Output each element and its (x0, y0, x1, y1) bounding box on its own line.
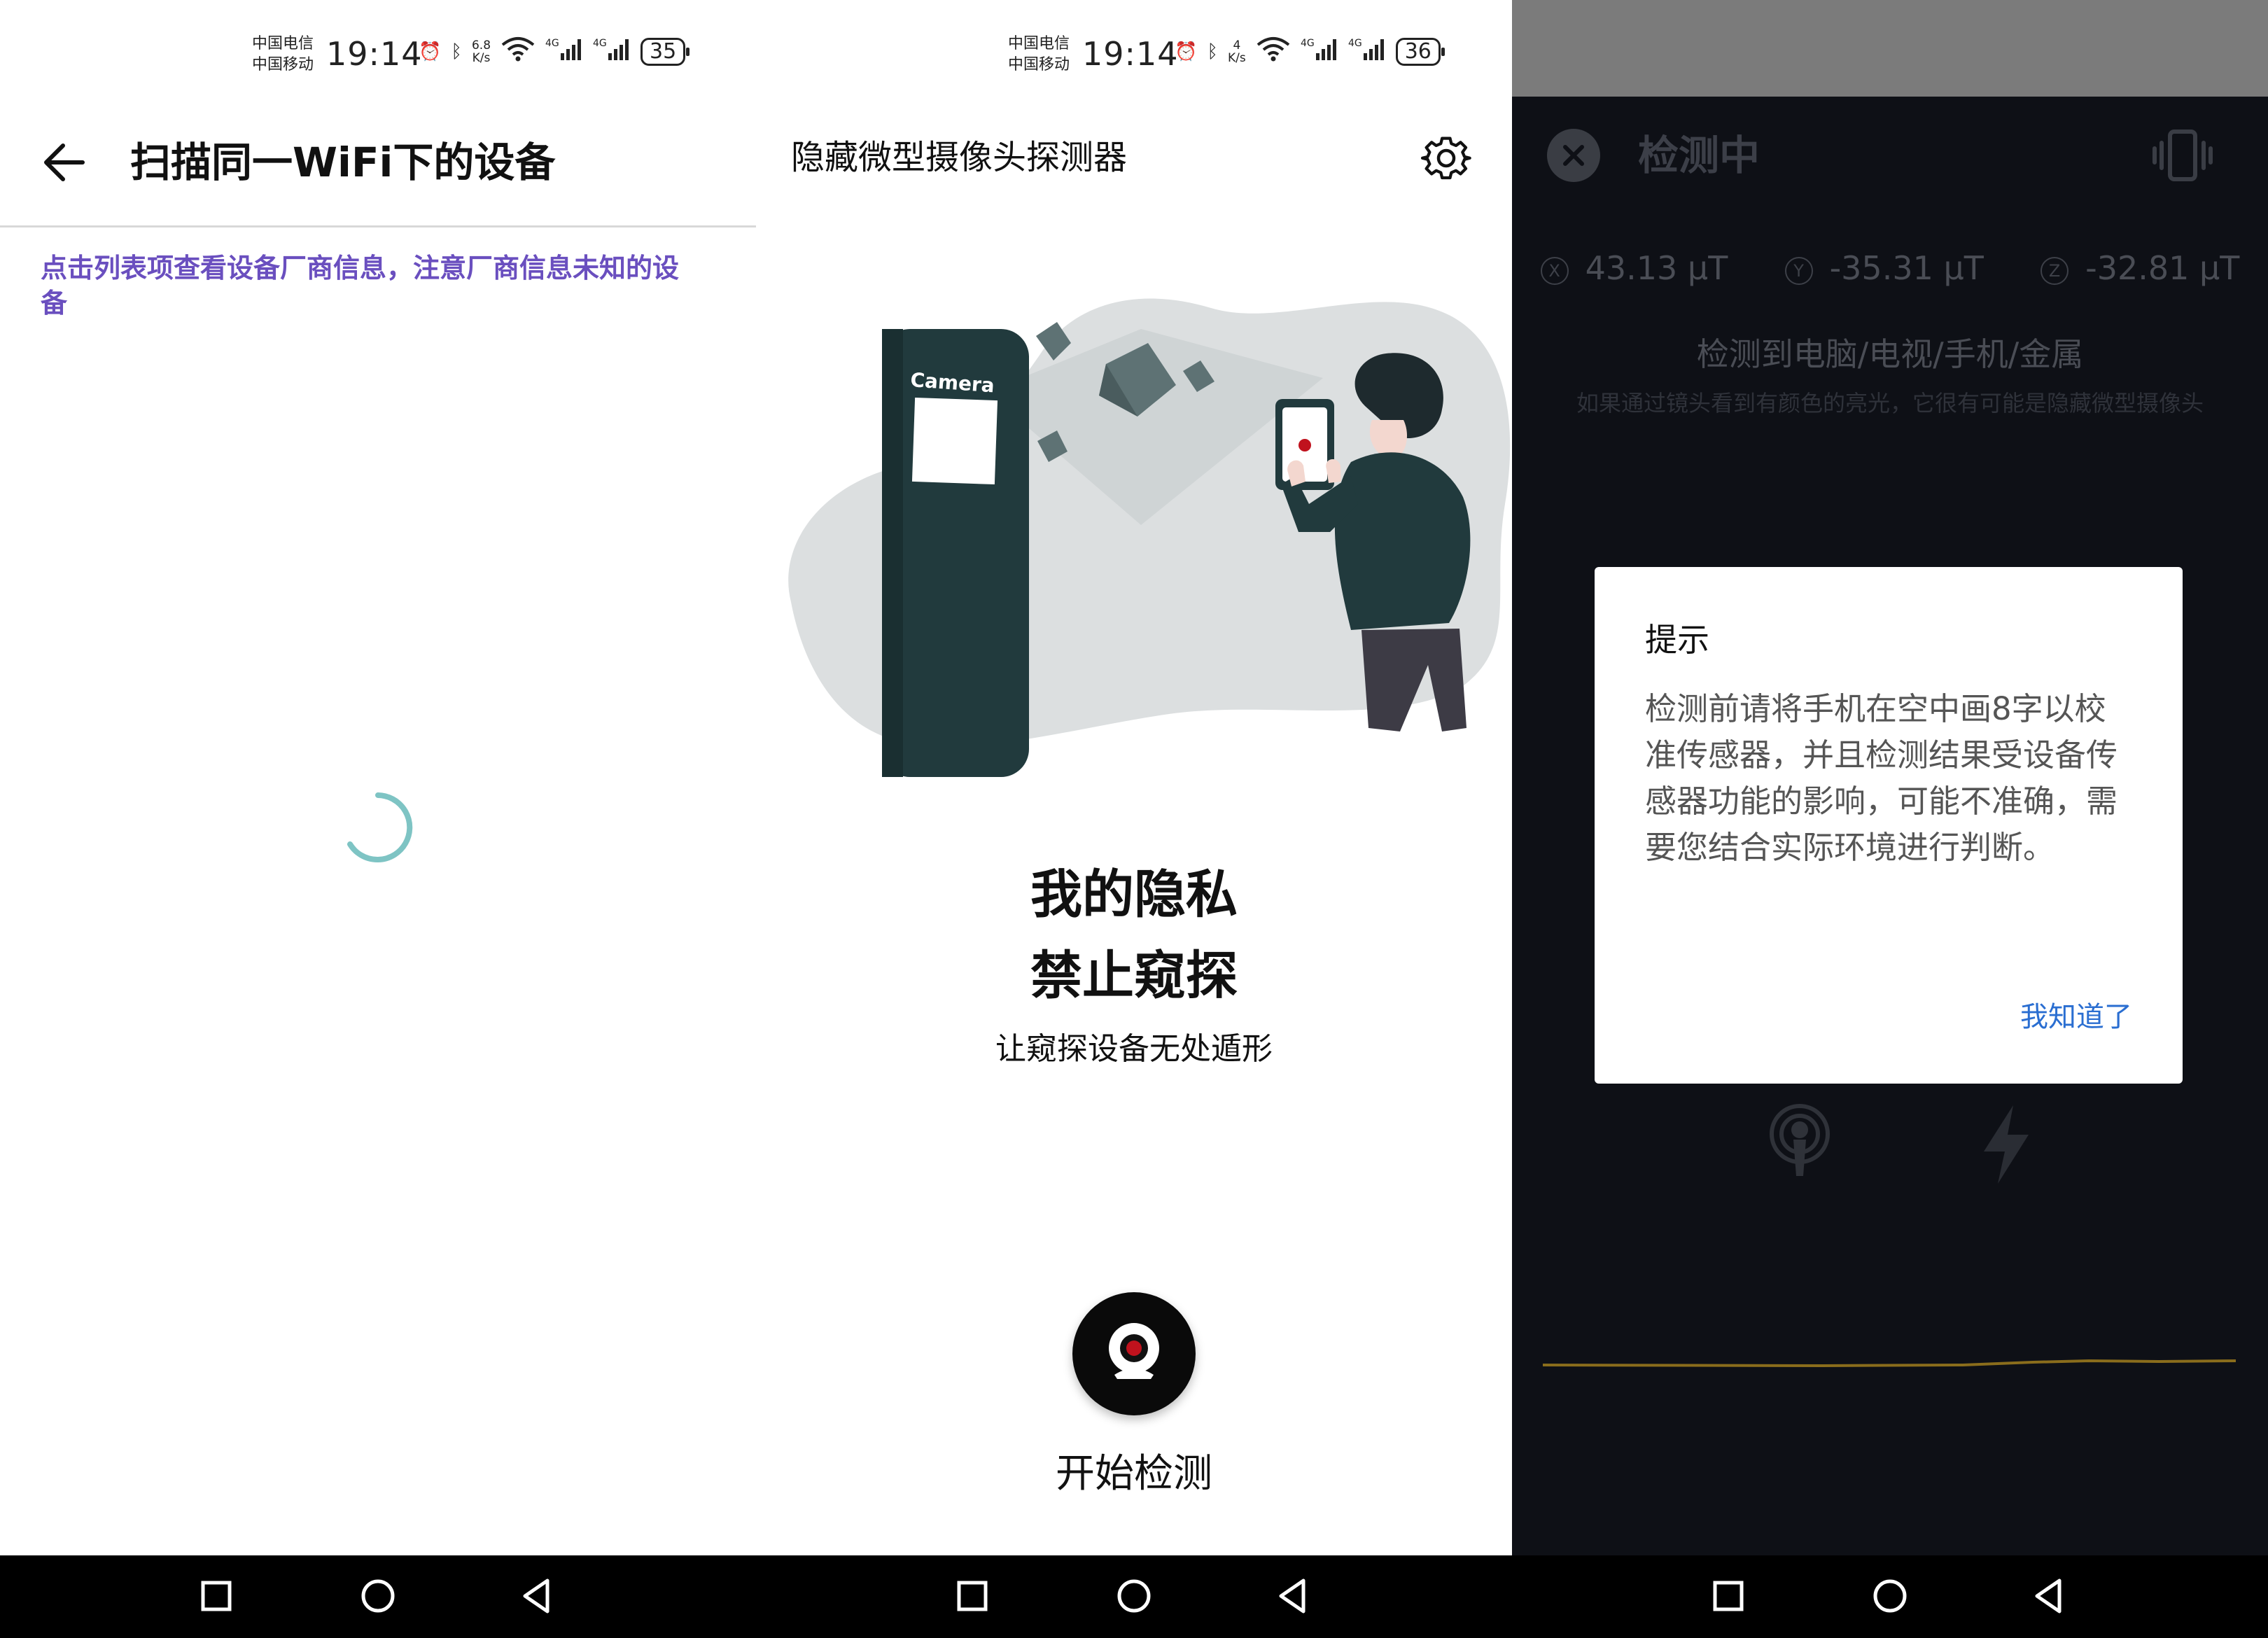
vibrate-icon[interactable] (2149, 126, 2216, 185)
detecting-screen: 检测中 X 43.13 µT Y -35.31 µT Z -32.81 µT 检测到电… (1512, 0, 2268, 1555)
wifi-icon (1256, 36, 1291, 66)
signal-4g-icon: 4G (545, 36, 583, 66)
signal-4g-icon-2: 4G (1348, 36, 1386, 66)
close-button[interactable] (1547, 129, 1600, 182)
reading-z: Z -32.81 µT (2040, 249, 2239, 287)
home-circle-icon[interactable] (358, 1576, 398, 1616)
reading-z-value: -32.81 µT (2085, 249, 2240, 287)
back-triangle-icon[interactable] (2031, 1576, 2066, 1616)
bluetooth-icon: ᛒ (451, 41, 462, 62)
reading-x: X 43.13 µT (1540, 249, 1728, 287)
start-detection-label[interactable]: 开始检测 (756, 1442, 1512, 1499)
alarm-icon: ⏰ (1175, 41, 1198, 62)
battery-indicator: 35 (640, 37, 690, 66)
dialog-body: 检测前请将手机在空中画8字以校准传感器，并且检测结果受设备传感器功能的影响，可能… (1645, 690, 2118, 866)
loading-spinner-icon (347, 792, 413, 862)
navigation-bar (1512, 1555, 2268, 1638)
status-icons: ⏰ ᛒ 4 K/s 4G 4G 36 (1175, 36, 1446, 66)
back-triangle-icon[interactable] (519, 1576, 554, 1616)
app-title: 隐藏微型摄像头探测器 (791, 138, 1128, 177)
page-title: 扫描同一WiFi下的设备 (130, 139, 556, 186)
axis-x-badge: X (1540, 256, 1569, 285)
signal-4g-icon-2: 4G (593, 36, 631, 66)
dialog-title: 提示 (1645, 621, 1709, 659)
settings-gear-icon[interactable] (1421, 133, 1471, 183)
dialog-ok-button[interactable]: 我知道了 (2020, 994, 2132, 1035)
carrier-bottom: 中国移动 (252, 56, 314, 74)
status-icons: ⏰ ᛒ 6.8 K/s 4G 4G 35 (419, 36, 690, 66)
bluetooth-icon: ᛒ (1207, 41, 1218, 62)
battery-indicator: 36 (1395, 37, 1446, 66)
detector-home-screen: 中国电信 中国移动 19:14 ⏰ ᛒ 4 K/s 4G 4G 36 隐藏微型摄像… (756, 0, 1512, 1555)
status-bar: 中国电信 中国移动 19:14 ⏰ ᛒ 4 K/s 4G 4G 36 (756, 0, 1512, 105)
axis-y-badge: Y (1784, 256, 1813, 285)
magnetic-graph-line (1543, 1359, 2236, 1368)
detecting-title: 检测中 (1638, 132, 1760, 179)
recent-apps-square-icon[interactable] (1711, 1576, 1746, 1616)
reading-x-value: 43.13 µT (1585, 249, 1728, 287)
alarm-icon: ⏰ (419, 41, 442, 62)
svg-text:4G: 4G (593, 38, 607, 49)
wifi-icon (500, 36, 536, 66)
back-triangle-icon[interactable] (1275, 1576, 1310, 1616)
close-icon (1563, 145, 1584, 166)
svg-text:4G: 4G (1301, 38, 1315, 49)
reading-y-value: -35.31 µT (1829, 249, 1984, 287)
signal-broadcast-icon[interactable] (1761, 1099, 1838, 1183)
clock: 19:14 (326, 35, 423, 73)
net-speed: 6.8 K/s (471, 38, 491, 65)
reading-y: Y -35.31 µT (1784, 249, 1984, 287)
carrier-label: 中国电信 中国移动 (1008, 34, 1070, 76)
navigation-bar (0, 1555, 756, 1638)
carrier-top: 中国电信 (252, 35, 314, 52)
carrier-top: 中国电信 (1008, 35, 1070, 52)
signal-4g-icon: 4G (1301, 36, 1338, 66)
divider (0, 225, 756, 227)
clock: 19:14 (1082, 35, 1179, 73)
axis-z-badge: Z (2040, 256, 2069, 285)
webcam-icon (1109, 1323, 1159, 1379)
camera-detection-illustration: Camera (788, 298, 1511, 777)
svg-text:4G: 4G (1348, 38, 1362, 49)
carrier-bottom: 中国移动 (1008, 56, 1070, 74)
home-circle-icon[interactable] (1870, 1576, 1910, 1616)
lens-hint-text: 如果通过镜头看到有颜色的亮光，它很有可能是隐藏微型摄像头 (1576, 390, 2204, 416)
slogan-line-1: 我的隐私 (1030, 864, 1238, 925)
carrier-label: 中国电信 中国移动 (252, 34, 314, 76)
net-speed: 4 K/s (1227, 38, 1246, 65)
status-bar-overlay (1512, 0, 2268, 97)
home-circle-icon[interactable] (1114, 1576, 1154, 1616)
slogan-line-2: 禁止窥探 (1030, 946, 1238, 1006)
status-bar: 中国电信 中国移动 19:14 ⏰ ᛒ 6.8 K/s 4G 4G 35 (0, 0, 756, 105)
scan-notice: 点击列表项查看设备厂商信息，注意厂商信息未知的设备 (41, 253, 680, 318)
detected-objects-text: 检测到电脑/电视/手机/金属 (1696, 335, 2084, 373)
back-arrow-icon[interactable] (39, 137, 90, 188)
wifi-scan-screen: 中国电信 中国移动 19:14 ⏰ ᛒ 6.8 K/s 4G 4G 35 扫描同一… (0, 0, 756, 1555)
recent-apps-square-icon[interactable] (955, 1576, 990, 1616)
tip-dialog: 提示 检测前请将手机在空中画8字以校准传感器，并且检测结果受设备传感器功能的影响… (1595, 567, 2183, 1084)
recent-apps-square-icon[interactable] (199, 1576, 234, 1616)
start-detection-button[interactable] (1072, 1292, 1196, 1415)
svg-text:4G: 4G (545, 38, 559, 49)
magnetic-readings: X 43.13 µT Y -35.31 µT Z -32.81 µT (1512, 249, 2268, 287)
slogan-subtitle: 让窥探设备无处遁形 (995, 1031, 1273, 1067)
flash-icon[interactable] (1974, 1102, 2037, 1186)
navigation-bar (756, 1555, 1512, 1638)
